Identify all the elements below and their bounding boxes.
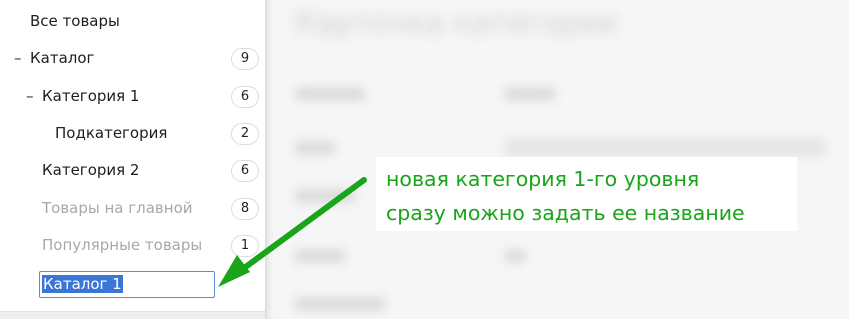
item-count-badge: 9	[231, 48, 259, 70]
tree-item-subcategory[interactable]: Подкатегория 2	[0, 121, 265, 147]
collapse-toggle-icon[interactable]: –	[14, 49, 22, 67]
tree-item-label: Популярные товары	[42, 236, 203, 254]
tree-item-label: Категория 2	[42, 161, 140, 179]
tree-item-label: Товары на главной	[42, 199, 193, 217]
category-tree-sidebar: Все товары – Каталог 9 – Категория 1 6 П…	[0, 0, 265, 319]
annotation-line-2: сразу можно задать ее название	[386, 201, 745, 225]
sidebar-footer	[0, 311, 265, 319]
blurred-field-label	[295, 250, 345, 262]
blurred-field-label	[295, 142, 335, 154]
tree-item-all-products[interactable]: Все товары	[0, 9, 265, 35]
blurred-field-label	[295, 190, 355, 202]
collapse-toggle-icon[interactable]: –	[26, 87, 34, 105]
item-count-badge: 2	[231, 123, 259, 145]
item-count-badge: 6	[231, 160, 259, 182]
blurred-field-value	[505, 88, 555, 100]
tree-item-label: Подкатегория	[55, 124, 168, 142]
blurred-field-input	[505, 138, 825, 156]
item-count-badge: 6	[231, 86, 259, 108]
tree-item-home-products[interactable]: Товары на главной 8	[0, 196, 265, 222]
tree-item-label: Категория 1	[42, 87, 140, 105]
annotation-callout: новая категория 1-го уровня сразу можно …	[376, 157, 797, 231]
new-category-name-input[interactable]: Каталог 1	[39, 271, 215, 298]
blurred-field-value	[505, 250, 525, 262]
blurred-field-label	[295, 298, 385, 310]
selected-text: Каталог 1	[42, 275, 123, 293]
tree-item-popular-products[interactable]: Популярные товары 1	[0, 233, 265, 259]
blurred-field-label	[295, 88, 365, 100]
category-card-title: Карточка категории	[295, 6, 618, 41]
tree-item-label: Все товары	[30, 12, 120, 30]
sidebar-divider[interactable]	[265, 0, 273, 319]
tree-item-catalog[interactable]: – Каталог 9	[0, 46, 265, 72]
item-count-badge: 8	[231, 198, 259, 220]
item-count-badge: 1	[231, 235, 259, 257]
annotation-line-1: новая категория 1-го уровня	[386, 167, 700, 191]
tree-item-category-1[interactable]: – Категория 1 6	[0, 84, 265, 110]
tree-item-category-2[interactable]: Категория 2 6	[0, 158, 265, 184]
tree-item-label: Каталог	[30, 49, 95, 67]
